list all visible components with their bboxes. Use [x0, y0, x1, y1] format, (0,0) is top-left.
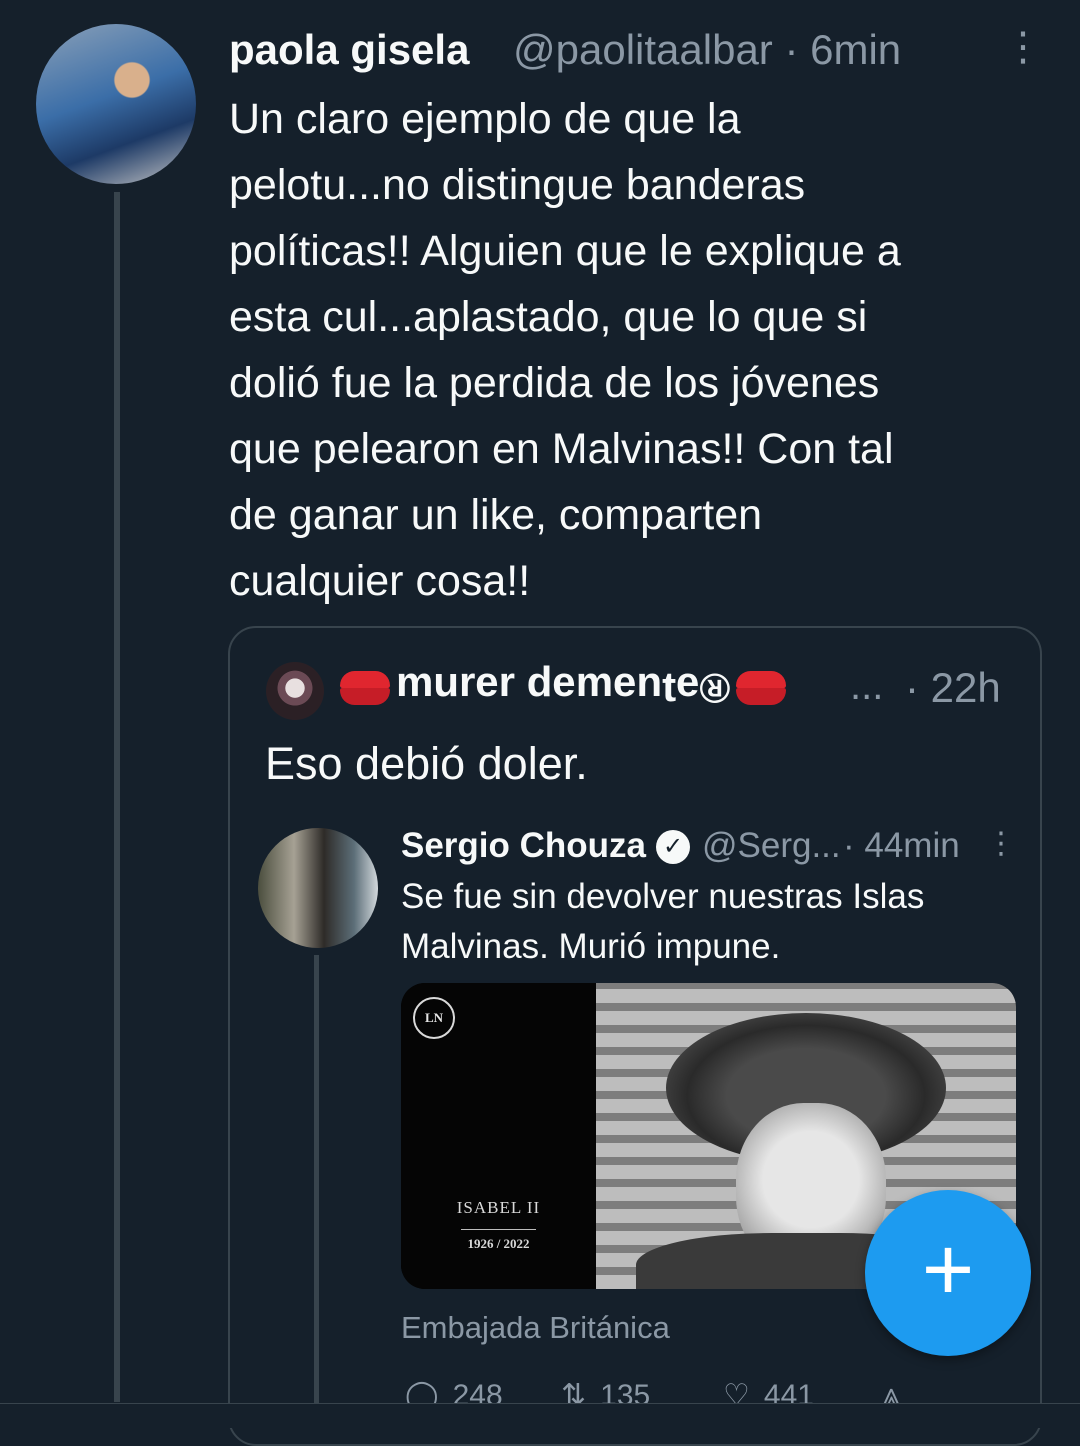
- thread-line: [114, 192, 120, 1402]
- bottom-divider: [0, 1403, 1080, 1428]
- quoted-handle-truncated: ...: [850, 664, 884, 708]
- media-years: 1926 / 2022: [467, 1236, 530, 1251]
- author-avatar[interactable]: [36, 24, 196, 184]
- quoted-author-name: ®ǝʇuǝɯǝp ɹǝɹnɯ: [396, 665, 731, 712]
- inner-author-handle[interactable]: @Serg...: [702, 826, 841, 866]
- author-handle-time[interactable]: @paolitaalbar · 6min: [513, 26, 901, 74]
- media-black-panel: LN ISABEL II 1926 / 2022: [401, 983, 596, 1289]
- media-source-label: Embajada Británica: [401, 1310, 670, 1345]
- inner-tweet-text: Se fue sin devolver nuestras Islas Malvi…: [401, 877, 925, 966]
- inner-thread-line: [314, 955, 319, 1405]
- inner-author-avatar[interactable]: [258, 828, 378, 948]
- quoted-text: Eso debió doler.: [265, 738, 588, 789]
- inner-time: · 44min: [843, 826, 960, 865]
- kiss-lips-icon: [340, 671, 390, 705]
- compose-button[interactable]: +: [865, 1190, 1031, 1356]
- more-options-icon[interactable]: ⋮: [1003, 22, 1043, 72]
- ln-logo: LN: [413, 997, 455, 1039]
- media-caption: ISABEL II: [456, 1198, 541, 1217]
- verified-badge-icon: ✓: [656, 830, 690, 864]
- quoted-time: · 22h: [905, 664, 1001, 711]
- inner-author-name[interactable]: Sergio Chouza: [401, 826, 646, 866]
- plus-icon: +: [921, 1220, 975, 1320]
- tweet-text: Un claro ejemplo de que la pelotu...no d…: [229, 95, 901, 605]
- quoted-author-name-row: ®ǝʇuǝɯǝp ɹǝɹnɯ: [340, 664, 787, 712]
- kiss-lips-icon: [736, 671, 787, 705]
- media-divider: [461, 1229, 536, 1230]
- more-options-icon[interactable]: ⋮: [986, 826, 1016, 861]
- quoted-author-avatar: [266, 662, 324, 720]
- author-name[interactable]: paola gisela: [229, 26, 469, 74]
